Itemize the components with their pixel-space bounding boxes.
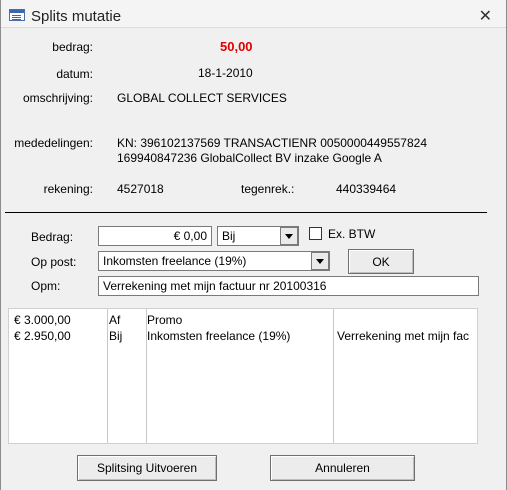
window-title: Splits mutatie <box>31 8 122 25</box>
rekening-label: rekening: <box>43 182 93 196</box>
list-item-post: Promo <box>147 313 183 327</box>
list-item-note: Verrekening met mijn fac <box>337 329 470 343</box>
opm-label: Opm: <box>31 279 61 293</box>
omschrijving-label: omschrijving: <box>22 91 93 105</box>
datum-value: 18-1-2010 <box>198 66 253 80</box>
title-bar: Splits mutatie ✕ <box>1 0 506 28</box>
mededelingen-label: mededelingen: <box>14 136 93 150</box>
form-bedrag-label: Bedrag: <box>31 230 74 244</box>
execute-split-button[interactable]: Splitsing Uitvoeren <box>77 455 217 481</box>
bedrag-value: 50,00 <box>220 39 253 54</box>
op-post-select-value: Inkomsten freelance (19%) <box>103 254 247 268</box>
bedrag-label: bedrag: <box>52 40 93 54</box>
op-post-label: Op post: <box>31 255 77 269</box>
split-transaction-dialog: Splits mutatie ✕ bedrag: 50,00 datum: 18… <box>0 0 507 490</box>
rekening-value: 4527018 <box>117 182 164 196</box>
cancel-button[interactable]: Annuleren <box>270 455 415 481</box>
op-post-dropdown-arrow-icon[interactable] <box>311 252 329 270</box>
ex-btw-label: Ex. BTW <box>328 227 376 241</box>
mededelingen-line-1: KN: 396102137569 TRANSACTIENR 0050000449… <box>117 136 427 150</box>
form-window-icon <box>9 9 25 21</box>
section-divider <box>5 212 487 213</box>
omschrijving-value: GLOBAL COLLECT SERVICES <box>117 91 287 105</box>
list-item[interactable]: € 2.950,00 Bij Inkomsten freelance (19%)… <box>9 329 477 345</box>
tegenrek-value: 440339464 <box>336 182 397 196</box>
ok-button[interactable]: OK <box>348 249 414 274</box>
split-lines-list[interactable]: € 3.000,00 Af Promo € 2.950,00 Bij Inkom… <box>8 308 478 444</box>
list-item-type: Bij <box>109 329 123 343</box>
amount-input[interactable]: € 0,00 <box>98 226 212 246</box>
list-item[interactable]: € 3.000,00 Af Promo <box>9 313 477 329</box>
ex-btw-checkbox[interactable] <box>309 227 322 240</box>
list-item-post: Inkomsten freelance (19%) <box>147 329 291 343</box>
list-item-amount: € 2.950,00 <box>14 329 71 343</box>
opm-input[interactable]: Verrekening met mijn factuur nr 20100316 <box>98 276 479 296</box>
type-dropdown-arrow-icon[interactable] <box>280 227 298 245</box>
close-icon[interactable]: ✕ <box>479 6 492 26</box>
tegenrek-label: tegenrek.: <box>241 182 295 196</box>
list-item-amount: € 3.000,00 <box>14 313 71 327</box>
op-post-select[interactable]: Inkomsten freelance (19%) <box>98 251 330 271</box>
list-item-type: Af <box>109 313 121 327</box>
mededelingen-line-2: 169940847236 GlobalCollect BV inzake Goo… <box>117 151 382 165</box>
datum-label: datum: <box>56 67 93 81</box>
type-select-value: Bij <box>222 229 236 243</box>
